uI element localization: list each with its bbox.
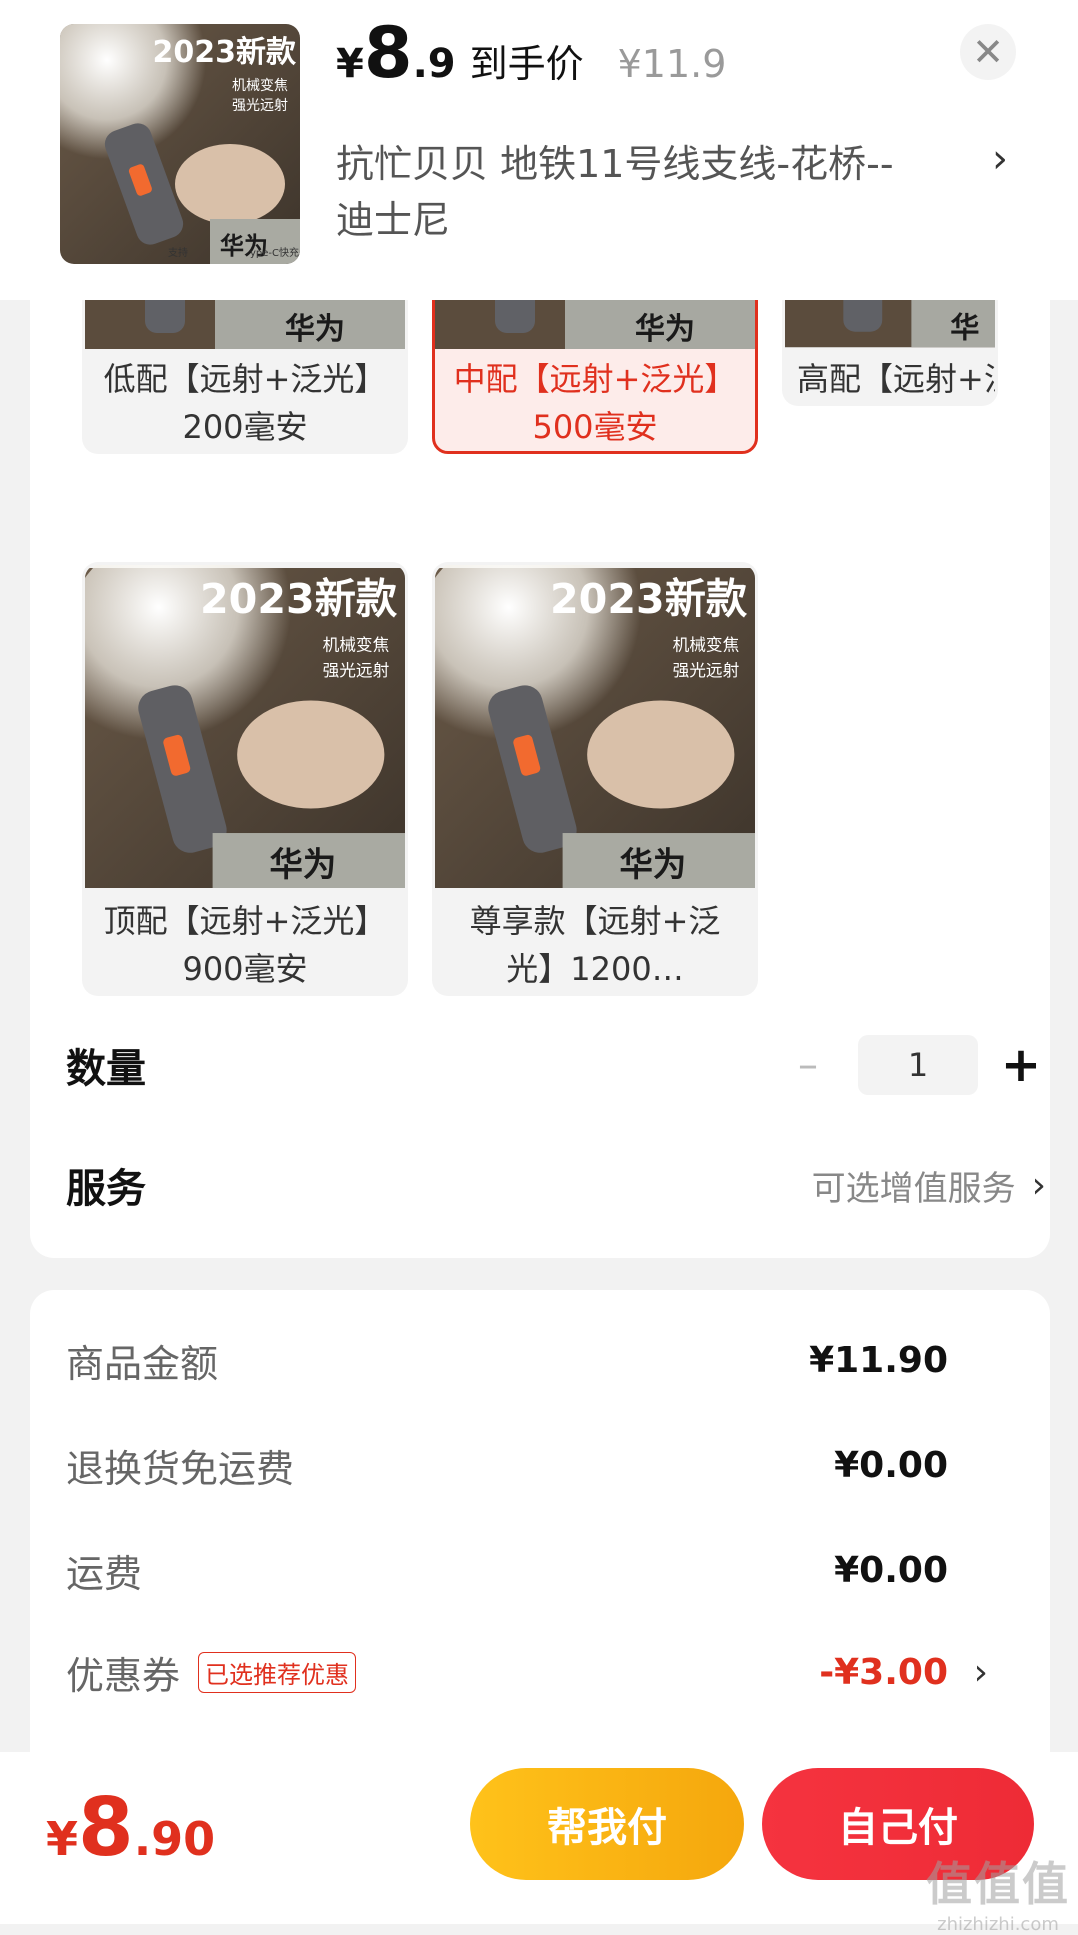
product-thumbnail: 2023新款 机械变焦 强光远射 华为 支持 ype-C快充 (60, 24, 300, 264)
coupon-value: -¥3.00 (819, 1651, 948, 1693)
total-integer: 8 (78, 1781, 134, 1874)
price-tag: 到手价 (469, 42, 584, 86)
svg-text:华为: 华为 (635, 312, 695, 347)
svg-text:支持: 支持 (168, 246, 188, 259)
watermark: 值值值 zhizhizhi.com (926, 1848, 1070, 1935)
service-selector[interactable]: 可选增值服务 › (812, 1161, 1046, 1210)
total-price: ¥ 8 .90 (46, 1788, 215, 1868)
total-decimal: .90 (133, 1812, 216, 1866)
quantity-label: 数量 (66, 1046, 146, 1092)
goods-amount-value: ¥11.90 (809, 1339, 948, 1381)
price-currency: ¥ (336, 41, 364, 87)
svg-text:机械变焦: 机械变焦 (323, 635, 390, 654)
variant-option[interactable]: 2023新款 机械变焦 强光远射 华为 尊享款【远射+泛光】1200… (432, 562, 758, 996)
svg-text:2023新款: 2023新款 (550, 575, 748, 623)
svg-text:强光远射: 强光远射 (323, 661, 390, 680)
chevron-right-icon[interactable]: › (974, 1652, 988, 1693)
chevron-right-icon[interactable]: › (992, 136, 1008, 182)
help-pay-button[interactable]: 帮我付 (470, 1768, 744, 1880)
watermark-sub: zhizhizhi.com (937, 1914, 1059, 1935)
coupon-badge: 已选推荐优惠 (198, 1651, 357, 1693)
svg-text:ype-C快充: ype-C快充 (250, 246, 299, 259)
variant-label: 顶配【远射+泛光】900毫安 (103, 902, 387, 988)
quantity-input[interactable]: 1 (858, 1035, 978, 1095)
shipping-label: 运费 (66, 1551, 143, 1596)
options-card: 华为 低配【远射+泛光】200毫安 华为 中配【远射+泛光】500毫安 华 高配… (30, 220, 1050, 1258)
svg-text:华: 华 (950, 311, 979, 345)
return-shipping-row: 退换货免运费 ¥0.00 (66, 1435, 996, 1495)
watermark-main: 值值值 (926, 1857, 1070, 1911)
product-header: 2023新款 机械变焦 强光远射 华为 支持 ype-C快充 ¥ 8 .9 到手… (0, 0, 1078, 300)
fee-card: 商品金额 ¥11.90 退换货免运费 ¥0.00 运费 ¥0.00 优惠券 已选… (30, 1290, 1050, 1790)
svg-text:华为: 华为 (620, 845, 687, 884)
quantity-row: 数量 – 1 + (66, 1030, 1046, 1100)
service-row[interactable]: 服务 可选增值服务 › (66, 1150, 1046, 1220)
variant-label: 高配【远射+泛光】700毫 (797, 360, 995, 398)
total-currency: ¥ (46, 1812, 79, 1866)
svg-text:华为: 华为 (270, 845, 337, 884)
coupon-row[interactable]: 优惠券 已选推荐优惠 -¥3.00 › (66, 1642, 996, 1702)
svg-text:2023新款: 2023新款 (200, 575, 398, 623)
increase-button[interactable]: + (996, 1037, 1046, 1093)
price-decimal: .9 (412, 41, 456, 87)
coupon-label: 优惠券 (66, 1653, 181, 1698)
price-line: ¥ 8 .9 到手价 ¥11.9 (336, 18, 726, 98)
svg-text:机械变焦: 机械变焦 (232, 78, 288, 94)
original-price: ¥11.9 (617, 42, 727, 86)
shipping-row: 运费 ¥0.00 (66, 1540, 996, 1600)
service-value: 可选增值服务 (811, 1168, 1016, 1209)
svg-text:2023新款: 2023新款 (153, 35, 297, 70)
variant-label: 低配【远射+泛光】200毫安 (103, 360, 387, 446)
goods-amount-label: 商品金额 (66, 1341, 219, 1386)
close-button[interactable]: ✕ (960, 24, 1016, 80)
variant-image: 2023新款 机械变焦 强光远射 华为 (85, 565, 405, 888)
variant-image: 2023新款 机械变焦 强光远射 华为 (435, 565, 755, 888)
variant-option[interactable]: 2023新款 机械变焦 强光远射 华为 顶配【远射+泛光】900毫安 (82, 562, 408, 996)
return-shipping-value: ¥0.00 (834, 1444, 948, 1486)
bottom-pay-bar: ¥ 8 .90 帮我付 自己付 值值值 zhizhizhi.com (0, 1752, 1078, 1935)
svg-text:强光远射: 强光远射 (232, 98, 288, 114)
chevron-right-icon: › (1031, 1164, 1046, 1206)
svg-text:强光远射: 强光远射 (673, 661, 740, 680)
close-icon: ✕ (972, 30, 1004, 74)
svg-text:机械变焦: 机械变焦 (673, 635, 740, 654)
delivery-address[interactable]: 抗忙贝贝 地铁11号线支线-花桥--迪士尼 (336, 136, 916, 248)
variant-label: 尊享款【远射+泛光】1200… (469, 902, 721, 988)
price-integer: 8 (363, 12, 413, 94)
service-label: 服务 (66, 1166, 146, 1212)
shipping-value: ¥0.00 (834, 1549, 948, 1591)
return-shipping-label: 退换货免运费 (66, 1446, 295, 1491)
decrease-button[interactable]: – (788, 1042, 828, 1088)
goods-amount-row: 商品金额 ¥11.90 (66, 1330, 996, 1390)
quantity-stepper: – 1 + (788, 1035, 1046, 1095)
svg-text:华为: 华为 (285, 312, 345, 347)
variant-label: 中配【远射+泛光】500毫安 (453, 360, 737, 446)
